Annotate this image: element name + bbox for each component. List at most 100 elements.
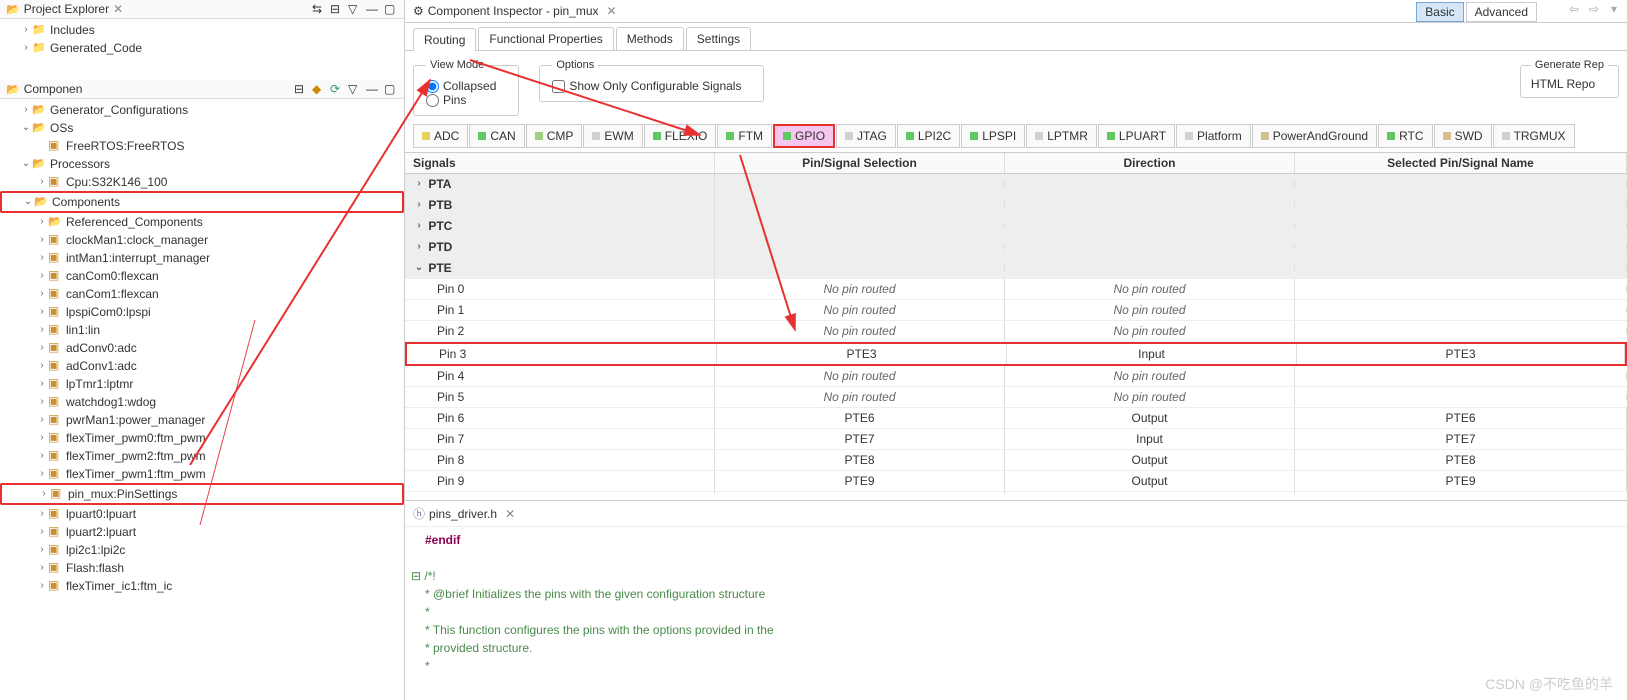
view-menu-icon[interactable]: ▽ [348, 82, 362, 96]
chevron-icon[interactable]: › [36, 526, 48, 538]
chevron-icon[interactable]: › [36, 288, 48, 300]
tree-item[interactable]: ›clockMan1:clock_manager [0, 231, 404, 249]
tree-item[interactable]: ›Flash:flash [0, 559, 404, 577]
chevron-icon[interactable]: › [36, 508, 48, 520]
tree-item[interactable]: ›flexTimer_pwm2:ftm_pwm [0, 447, 404, 465]
pin-direction[interactable]: No pin routed [1005, 321, 1295, 341]
filter-tab-lpspi[interactable]: LPSPI [961, 124, 1025, 148]
tree-item[interactable]: ›canCom1:flexcan [0, 285, 404, 303]
pin-row[interactable]: Pin 0No pin routedNo pin routed [405, 279, 1627, 300]
tree-item[interactable]: ›Includes [0, 21, 404, 39]
pin-row[interactable]: Pin 1No pin routedNo pin routed [405, 300, 1627, 321]
tree-item[interactable]: ›Cpu:S32K146_100 [0, 173, 404, 191]
pin-selection[interactable]: No pin routed [715, 321, 1005, 341]
tree-item[interactable]: ›intMan1:interrupt_manager [0, 249, 404, 267]
pin-selection[interactable]: No pin routed [715, 279, 1005, 299]
tree-item[interactable]: ⌄OSs [0, 119, 404, 137]
basic-mode[interactable]: Basic [1416, 2, 1463, 22]
pin-direction[interactable]: Output [1005, 408, 1295, 428]
pin-selection[interactable]: PTE3 [717, 344, 1007, 364]
sub-tab-methods[interactable]: Methods [616, 27, 684, 50]
pin-direction[interactable]: Output [1005, 450, 1295, 470]
chevron-icon[interactable]: › [36, 432, 48, 444]
close-icon[interactable]: ✕ [505, 507, 515, 521]
filter-tab-adc[interactable]: ADC [413, 124, 468, 148]
pins-radio[interactable] [426, 94, 439, 107]
chevron-icon[interactable]: › [413, 220, 425, 232]
pin-selection[interactable]: No pin routed [715, 300, 1005, 320]
chevron-icon[interactable]: › [36, 270, 48, 282]
tree-item[interactable]: ›flexTimer_pwm0:ftm_pwm [0, 429, 404, 447]
show-configurable-checkbox[interactable] [552, 80, 565, 93]
pin-direction[interactable]: No pin routed [1005, 492, 1295, 494]
group-row-PTA[interactable]: › PTA [405, 174, 1627, 195]
minimize-icon[interactable]: — [366, 82, 380, 96]
nav-fwd-icon[interactable]: ⇨ [1585, 2, 1603, 20]
sub-tab-settings[interactable]: Settings [686, 27, 751, 50]
chevron-icon[interactable]: › [36, 450, 48, 462]
chevron-icon[interactable]: › [38, 488, 50, 500]
pin-selection[interactable]: No pin routed [715, 366, 1005, 386]
chevron-icon[interactable]: ⌄ [20, 122, 32, 134]
close-icon[interactable]: ✕ [113, 2, 123, 16]
filter-tab-ewm[interactable]: EWM [583, 124, 642, 148]
pin-row[interactable]: Pin 6PTE6OutputPTE6 [405, 408, 1627, 429]
fold-icon[interactable]: ⊟ [411, 569, 421, 583]
tree-item[interactable]: ›lpuart0:lpuart [0, 505, 404, 523]
link-icon[interactable]: ⇆ [312, 2, 326, 16]
tree-item[interactable]: ›Generated_Code [0, 39, 404, 57]
chevron-icon[interactable]: ⌄ [22, 196, 34, 208]
pin-direction[interactable]: No pin routed [1005, 279, 1295, 299]
pin-selection[interactable]: PTE6 [715, 408, 1005, 428]
pin-selection[interactable]: No pin routed [715, 387, 1005, 407]
chevron-icon[interactable]: › [20, 24, 32, 36]
chevron-icon[interactable]: › [20, 42, 32, 54]
chevron-icon[interactable]: › [36, 216, 48, 228]
chevron-icon[interactable]: › [36, 176, 48, 188]
html-report-button[interactable]: HTML Repo [1531, 77, 1595, 91]
filter-tab-can[interactable]: CAN [469, 124, 524, 148]
group-row-PTB[interactable]: › PTB [405, 195, 1627, 216]
pin-selection[interactable]: No pin routed [715, 492, 1005, 494]
filter-tab-cmp[interactable]: CMP [526, 124, 583, 148]
tree-item[interactable]: ›lin1:lin [0, 321, 404, 339]
chevron-icon[interactable]: › [36, 378, 48, 390]
chevron-icon[interactable]: › [36, 580, 48, 592]
collapse-all-icon[interactable]: ⊟ [294, 82, 308, 96]
tree-item[interactable]: ›lpspiCom0:lpspi [0, 303, 404, 321]
chevron-icon[interactable]: › [20, 104, 32, 116]
sub-tab-functional-properties[interactable]: Functional Properties [478, 27, 613, 50]
nav-menu-icon[interactable]: ▾ [1605, 2, 1623, 20]
maximize-icon[interactable]: ▢ [384, 2, 398, 16]
pin-selection[interactable]: PTE9 [715, 471, 1005, 491]
group-row-PTD[interactable]: › PTD [405, 237, 1627, 258]
chevron-icon[interactable]: › [36, 234, 48, 246]
tree-item[interactable]: ›adConv1:adc [0, 357, 404, 375]
filter-tab-lptmr[interactable]: LPTMR [1026, 124, 1097, 148]
chevron-icon[interactable]: › [36, 468, 48, 480]
filter-tab-ftm[interactable]: FTM [717, 124, 772, 148]
pin-row[interactable]: Pin 7PTE7InputPTE7 [405, 429, 1627, 450]
minimize-icon[interactable]: — [366, 2, 380, 16]
maximize-icon[interactable]: ▢ [384, 82, 398, 96]
nav-back-icon[interactable]: ⇦ [1565, 2, 1583, 20]
tree-item[interactable]: ›Referenced_Components [0, 213, 404, 231]
tree-item[interactable]: ›lpTmr1:lptmr [0, 375, 404, 393]
advanced-mode[interactable]: Advanced [1466, 2, 1537, 22]
tree-item[interactable]: ›adConv0:adc [0, 339, 404, 357]
close-icon[interactable]: ✕ [607, 4, 617, 18]
filter-tab-gpio[interactable]: GPIO [773, 124, 835, 148]
pin-direction[interactable]: No pin routed [1005, 387, 1295, 407]
pin-row[interactable]: Pin 9PTE9OutputPTE9 [405, 471, 1627, 492]
chevron-icon[interactable]: › [413, 178, 425, 190]
sub-tab-routing[interactable]: Routing [413, 28, 476, 51]
chevron-icon[interactable]: › [36, 544, 48, 556]
pin-row[interactable]: Pin 10No pin routedNo pin routed [405, 492, 1627, 494]
tree-item[interactable]: ›canCom0:flexcan [0, 267, 404, 285]
refresh-icon[interactable]: ⟳ [330, 82, 344, 96]
pin-selection[interactable]: PTE8 [715, 450, 1005, 470]
tree-item[interactable]: ›lpi2c1:lpi2c [0, 541, 404, 559]
pin-direction[interactable]: No pin routed [1005, 300, 1295, 320]
chevron-icon[interactable]: ⌄ [20, 158, 32, 170]
pin-row[interactable]: Pin 2No pin routedNo pin routed [405, 321, 1627, 342]
